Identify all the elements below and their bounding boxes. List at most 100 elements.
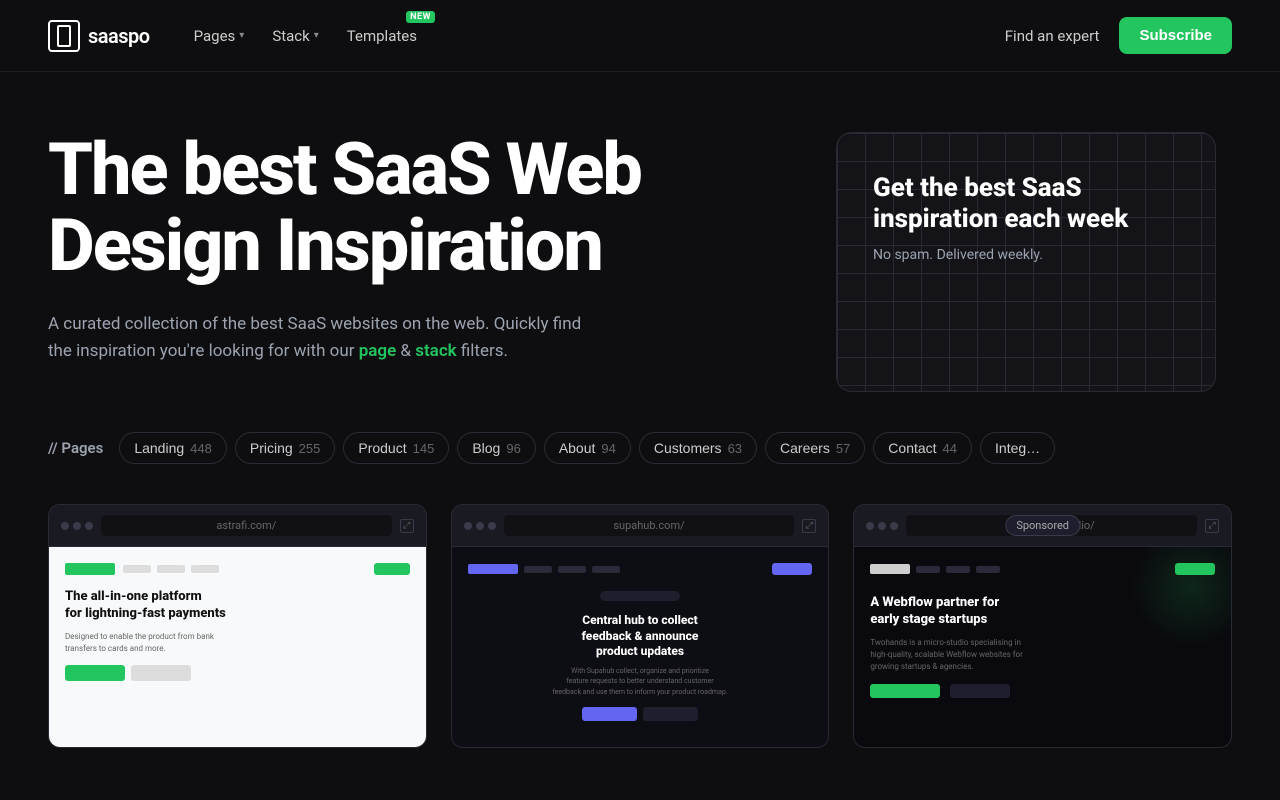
hero-left: The best SaaS Web Design Inspiration A c… [48, 132, 788, 366]
nav-stack[interactable]: Stack ▾ [260, 19, 330, 53]
dot-yellow [476, 522, 484, 530]
subscribe-button[interactable]: Subscribe [1119, 17, 1232, 54]
stack-link[interactable]: stack [415, 341, 456, 361]
preview-cta [65, 665, 410, 681]
expand-icon[interactable] [400, 519, 414, 533]
preview-nav [870, 563, 1215, 575]
dot-red [464, 522, 472, 530]
browser-bar-2: supahub.com/ [452, 505, 829, 547]
dot-red [61, 522, 69, 530]
preview-subtitle-2: With Supahub collect, organize and prior… [468, 666, 813, 698]
preview-link [191, 565, 219, 573]
preview-headline-1: The all-in-one platformfor lightning-fas… [65, 589, 410, 623]
dot-green [488, 522, 496, 530]
nav-templates-label: Templates [347, 27, 417, 45]
preview-cta [468, 707, 813, 721]
preview-link [123, 565, 151, 573]
preview-link [558, 566, 586, 573]
preview-cta-btn [870, 684, 940, 698]
pages-filter-section: // Pages Landing448Pricing255Product145B… [0, 432, 1280, 504]
expand-icon[interactable] [1205, 519, 1219, 533]
preview-subtitle-1: Designed to enable the product from bank… [65, 631, 410, 655]
site-card: astrafi.com/ The all-in-one platformfor … [48, 504, 427, 748]
dot-green [890, 522, 898, 530]
pages-header: // Pages Landing448Pricing255Product145B… [48, 432, 1232, 464]
preview-button [772, 563, 812, 575]
sponsored-badge: Sponsored [1005, 515, 1080, 536]
filter-tag-customers[interactable]: Customers63 [639, 432, 757, 464]
logo[interactable]: saaspo [48, 20, 150, 52]
page-link[interactable]: page [359, 341, 397, 361]
nav-left: saaspo Pages ▾ Stack ▾ Templates NEW [48, 19, 429, 53]
card-preview-1: The all-in-one platformfor lightning-fas… [49, 547, 426, 747]
nav-links: Pages ▾ Stack ▾ Templates NEW [182, 19, 429, 53]
preview-cta-btn2 [131, 665, 191, 681]
preview-cta-btn [582, 707, 637, 721]
site-card: supahub.com/ Central hub to collectfeedb… [451, 504, 830, 748]
filter-tag-contact[interactable]: Contact44 [873, 432, 972, 464]
preview-cta-btn [65, 665, 125, 681]
browser-dots [464, 522, 496, 530]
preview-link [916, 566, 940, 573]
filter-tag-landing[interactable]: Landing448 [119, 432, 227, 464]
preview-hero2: Central hub to collectfeedback & announc… [468, 591, 813, 721]
signup-subtitle: No spam. Delivered weekly. [873, 247, 1179, 263]
filter-tag-product[interactable]: Product145 [343, 432, 449, 464]
preview-link [946, 566, 970, 573]
hero-subtitle: A curated collection of the best SaaS we… [48, 311, 608, 365]
expand-icon[interactable] [802, 519, 816, 533]
pages-label-text: // Pages [48, 439, 103, 457]
preview-subtitle-3: Twohands is a micro-studio specialising … [870, 637, 1215, 673]
filter-tags: Landing448Pricing255Product145Blog96Abou… [119, 432, 1055, 464]
preview-cta-btn2 [950, 684, 1010, 698]
filter-tag-integ…[interactable]: Integ… [980, 432, 1055, 464]
dot-yellow [73, 522, 81, 530]
nav-right: Find an expert Subscribe [1005, 17, 1232, 54]
nav-templates[interactable]: Templates [335, 19, 429, 53]
hero-signup-card: Get the best SaaS inspiration each week … [836, 132, 1216, 392]
nav-pages-label: Pages [194, 27, 236, 45]
signup-title: Get the best SaaS inspiration each week [873, 173, 1179, 235]
preview-link [157, 565, 185, 573]
dot-red [866, 522, 874, 530]
browser-dots [866, 522, 898, 530]
url-bar-2[interactable]: supahub.com/ [504, 515, 795, 536]
chevron-down-icon: ▾ [239, 30, 244, 41]
preview-logo [870, 564, 910, 574]
preview-link [524, 566, 552, 573]
filter-tag-careers[interactable]: Careers57 [765, 432, 865, 464]
filter-tag-blog[interactable]: Blog96 [457, 432, 536, 464]
logo-text: saaspo [88, 24, 150, 48]
dot-green [85, 522, 93, 530]
preview-logo [65, 563, 115, 575]
preview-links [123, 565, 366, 573]
preview-button [1175, 563, 1215, 575]
nav-pages[interactable]: Pages ▾ [182, 19, 257, 53]
nav-templates-wrapper: Templates NEW [335, 19, 429, 53]
preview-button [374, 563, 410, 575]
url-bar-1[interactable]: astrafi.com/ [101, 515, 392, 536]
preview-nav [65, 563, 410, 575]
chevron-down-icon: ▾ [314, 30, 319, 41]
preview-nav [468, 563, 813, 575]
card-preview-2: Central hub to collectfeedback & announc… [452, 547, 829, 747]
browser-bar-1: astrafi.com/ [49, 505, 426, 547]
dot-yellow [878, 522, 886, 530]
cards-grid: astrafi.com/ The all-in-one platformfor … [0, 504, 1280, 748]
logo-icon [48, 20, 80, 52]
preview-logo [468, 564, 518, 574]
subtitle-end: filters. [457, 341, 508, 361]
find-expert-link[interactable]: Find an expert [1005, 27, 1100, 45]
filter-tag-pricing[interactable]: Pricing255 [235, 432, 336, 464]
new-badge: NEW [406, 11, 435, 23]
hero-title: The best SaaS Web Design Inspiration [48, 132, 788, 283]
site-card-sponsored: Sponsored twohands.studio/ A Webflow par… [853, 504, 1232, 748]
filter-tag-about[interactable]: About94 [544, 432, 631, 464]
preview-links [524, 566, 767, 573]
pages-section-label: // Pages [48, 439, 103, 457]
preview-cta-btn2 [643, 707, 698, 721]
preview-headline-3: A Webflow partner for early stage startu… [870, 595, 1030, 629]
browser-dots [61, 522, 93, 530]
nav-stack-label: Stack [272, 27, 309, 45]
hero-section: The best SaaS Web Design Inspiration A c… [0, 72, 1280, 432]
